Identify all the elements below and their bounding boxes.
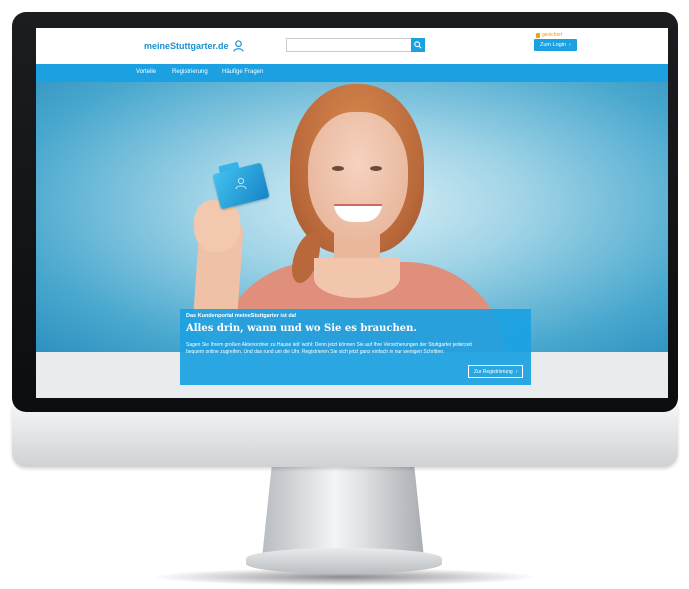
woman-hand bbox=[194, 200, 240, 252]
register-label: Zur Registrierung bbox=[474, 368, 513, 375]
folder-user-icon bbox=[235, 177, 247, 190]
secure-link[interactable]: gesichert bbox=[536, 32, 562, 38]
hero-body: Sagen Sie Ihrem großen Aktenordner zu Ha… bbox=[186, 342, 472, 355]
search-input[interactable] bbox=[286, 38, 411, 52]
site-logo[interactable]: meineStuttgarter.de bbox=[144, 40, 244, 52]
hero-eyebrow: Das Kundenportal meineStuttgarter ist da… bbox=[186, 313, 297, 319]
nav-item-vorteile[interactable]: Vorteile bbox=[136, 69, 156, 75]
hero-headline: Alles drin, wann und wo Sie es brauchen. bbox=[186, 323, 417, 334]
login-button[interactable]: Zum Login › bbox=[534, 39, 577, 51]
left-eye bbox=[332, 166, 344, 171]
register-button[interactable]: Zur Registrierung › bbox=[468, 365, 524, 378]
monitor-screen: meineStuttgarter.de gesichert Zum Login … bbox=[36, 28, 668, 398]
user-icon bbox=[232, 40, 244, 52]
monitor-chin bbox=[12, 405, 678, 467]
chevron-right-icon: › bbox=[515, 368, 518, 375]
search-icon bbox=[414, 41, 422, 49]
woman-collar bbox=[314, 258, 400, 298]
chevron-right-icon: › bbox=[569, 42, 571, 48]
secure-label: gesichert bbox=[542, 32, 563, 38]
search-button[interactable] bbox=[411, 38, 425, 52]
site-header: meineStuttgarter.de gesichert Zum Login … bbox=[36, 28, 668, 64]
monitor-stand bbox=[262, 466, 424, 558]
monitor-stand-base bbox=[246, 548, 442, 574]
nav-item-faq[interactable]: Häufige Fragen bbox=[222, 69, 263, 75]
main-nav: Vorteile Registrierung Häufige Fragen bbox=[36, 64, 668, 82]
logo-text: meineStuttgarter.de bbox=[144, 41, 229, 51]
right-eye bbox=[370, 166, 382, 171]
nav-item-registrierung[interactable]: Registrierung bbox=[172, 69, 208, 75]
lock-icon bbox=[536, 32, 540, 38]
hero-info-box: Das Kundenportal meineStuttgarter ist da… bbox=[180, 309, 531, 385]
login-label: Zum Login bbox=[540, 42, 566, 48]
